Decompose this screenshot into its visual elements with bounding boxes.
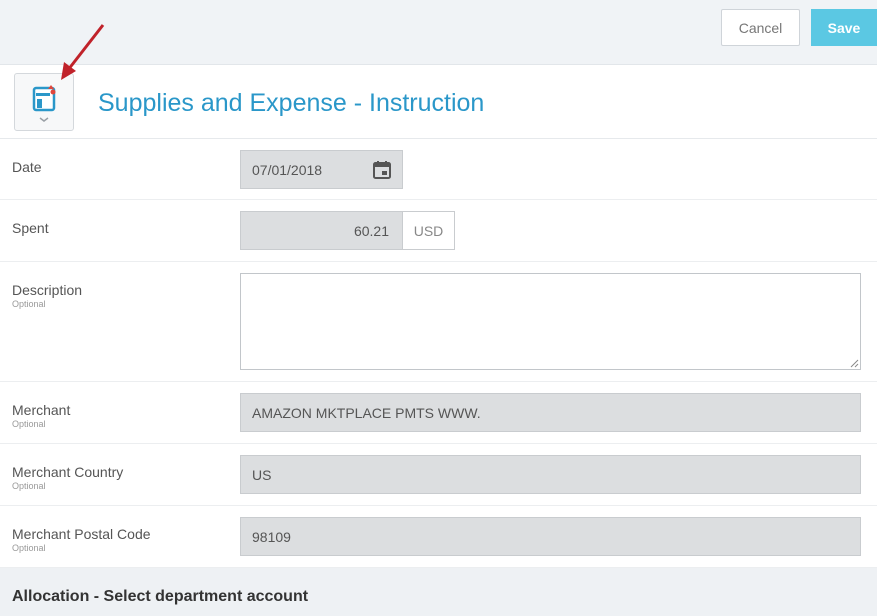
merchant-postal-label-text: Merchant Postal Code (12, 526, 151, 542)
merchant-label: Merchant Optional (12, 402, 70, 429)
annotation-arrow (61, 24, 105, 80)
merchant-postal-input[interactable]: 98109 (240, 517, 861, 556)
merchant-country-input[interactable]: US (240, 455, 861, 494)
description-label-text: Description (12, 282, 83, 298)
calendar-icon[interactable] (372, 160, 392, 183)
merchant-country-label: Merchant Country Optional (12, 464, 123, 491)
merchant-country-row: Merchant Country Optional US (0, 444, 877, 506)
page-header: Supplies and Expense - Instruction (0, 65, 877, 139)
resize-handle-icon[interactable] (849, 358, 859, 368)
spent-label: Spent (12, 220, 49, 236)
allocation-section: Allocation - Select department account (0, 568, 877, 616)
optional-hint: Optional (12, 481, 46, 491)
merchant-label-text: Merchant (12, 402, 71, 418)
page-title: Supplies and Expense - Instruction (98, 89, 485, 117)
optional-hint: Optional (12, 543, 46, 553)
merchant-country-label-text: Merchant Country (12, 464, 124, 480)
amount-input[interactable]: 60.21 (240, 211, 403, 250)
merchant-postal-label: Merchant Postal Code Optional (12, 526, 151, 553)
merchant-input[interactable]: AMAZON MKTPLACE PMTS WWW. (240, 393, 861, 432)
top-toolbar: Cancel Save (0, 0, 877, 65)
description-row: Description Optional (0, 262, 877, 382)
date-row: Date 07/01/2018 (0, 139, 877, 200)
merchant-row: Merchant Optional AMAZON MKTPLACE PMTS W… (0, 382, 877, 444)
merchant-postal-row: Merchant Postal Code Optional 98109 (0, 506, 877, 568)
date-label: Date (12, 159, 42, 175)
currency-selector[interactable]: USD (402, 211, 455, 250)
optional-hint: Optional (12, 419, 46, 429)
save-button[interactable]: Save (811, 9, 877, 46)
description-textarea[interactable] (240, 273, 861, 370)
spent-row: Spent 60.21 USD (0, 200, 877, 262)
description-label: Description Optional (12, 282, 82, 309)
date-value: 07/01/2018 (252, 161, 323, 178)
date-field[interactable]: 07/01/2018 (240, 150, 403, 189)
optional-hint: Optional (12, 299, 46, 309)
allocation-title: Allocation - Select department account (12, 588, 309, 605)
cancel-button[interactable]: Cancel (721, 9, 800, 46)
